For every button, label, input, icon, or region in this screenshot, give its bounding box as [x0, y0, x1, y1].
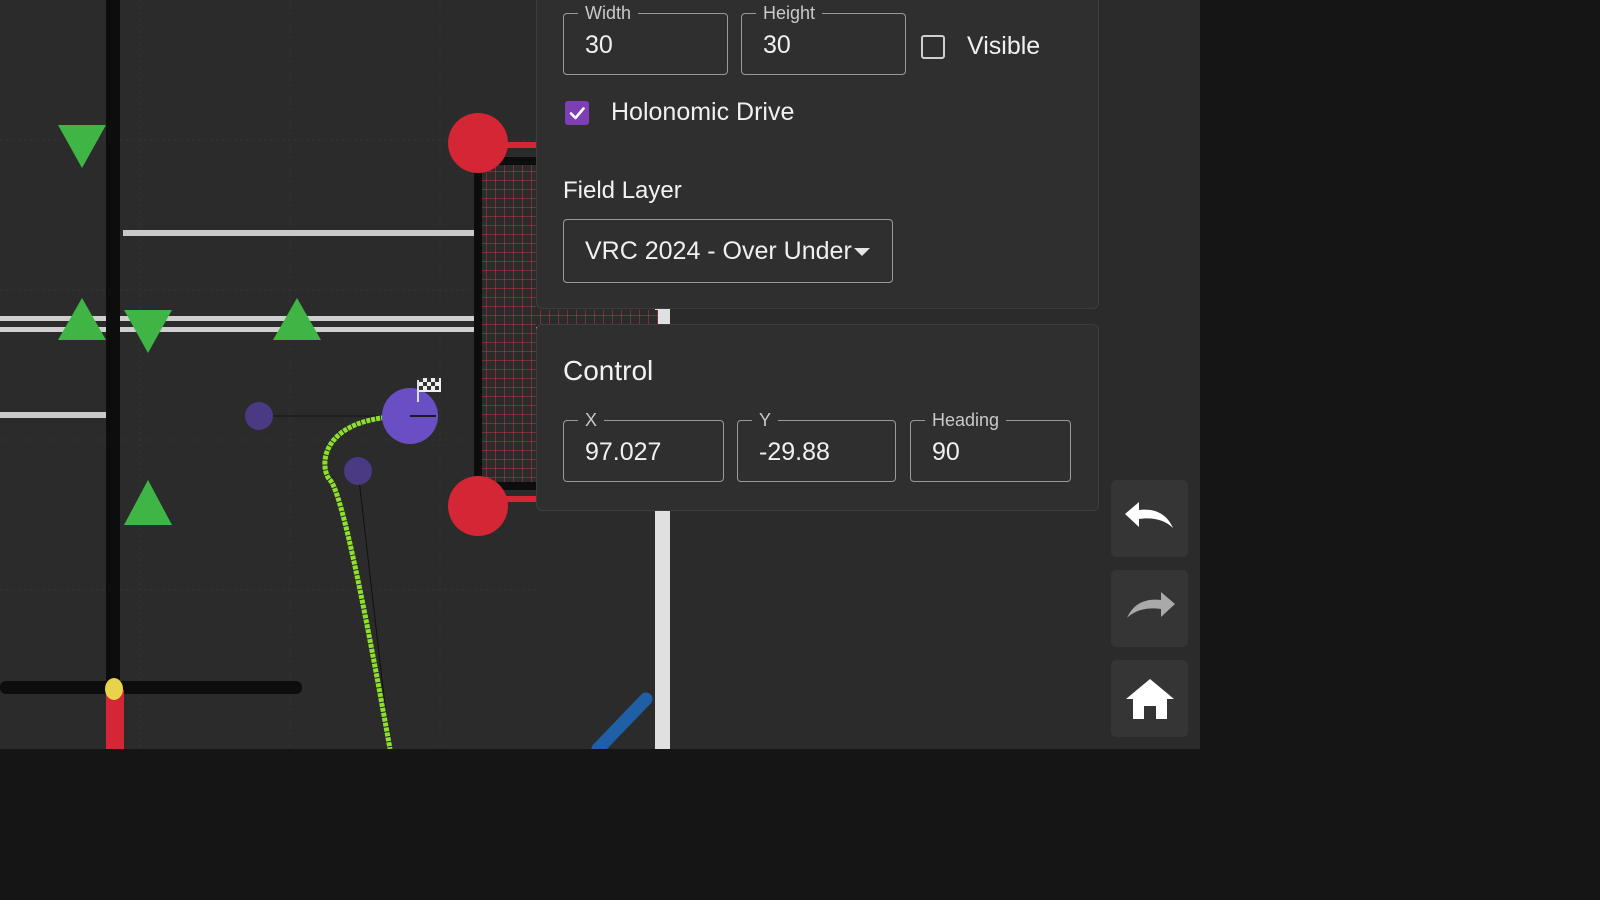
home-button[interactable] — [1111, 660, 1188, 737]
control-title: Control — [563, 355, 654, 386]
holonomic-label: Holonomic Drive — [611, 98, 795, 126]
field-layer-value: VRC 2024 - Over Under — [585, 237, 852, 265]
field-layer-title: Field Layer — [563, 177, 682, 204]
x-label: X — [578, 410, 605, 430]
x-field[interactable]: X 97.027 — [563, 410, 724, 482]
home-icon — [1125, 678, 1174, 719]
holonomic-checkbox[interactable] — [565, 100, 589, 125]
heading-value[interactable]: 90 — [932, 438, 960, 467]
visible-label: Visible — [967, 32, 1041, 60]
visible-checkbox[interactable] — [921, 34, 945, 59]
width-label: Width — [578, 3, 639, 23]
chevron-down-icon — [854, 248, 870, 256]
heading-label: Heading — [925, 410, 1007, 430]
y-field[interactable]: Y -29.88 — [737, 410, 896, 482]
redo-button[interactable] — [1111, 570, 1188, 647]
visible-toggle[interactable]: Visible — [921, 32, 1040, 61]
heading-field[interactable]: Heading 90 — [910, 410, 1071, 482]
undo-icon — [1124, 501, 1173, 528]
control-panel: Control X 97.027 Y -29.88 Heading 90 — [536, 324, 1099, 511]
height-field[interactable]: Height 30 — [741, 3, 906, 75]
height-label: Height — [756, 3, 823, 23]
height-value[interactable]: 30 — [763, 31, 791, 60]
checkmark-icon — [569, 106, 585, 119]
y-label: Y — [752, 410, 779, 430]
field-layer-select[interactable]: VRC 2024 - Over Under — [563, 219, 893, 283]
undo-button[interactable] — [1111, 480, 1188, 557]
holonomic-toggle[interactable]: Holonomic Drive — [565, 98, 794, 127]
width-field[interactable]: Width 30 — [563, 3, 728, 75]
app-window: Width 30 Height 30 Visible Holonomic Dri… — [0, 0, 1200, 749]
width-value[interactable]: 30 — [585, 31, 613, 60]
y-value[interactable]: -29.88 — [759, 438, 830, 467]
robot-settings-panel: Width 30 Height 30 Visible Holonomic Dri… — [536, 0, 1099, 309]
redo-icon — [1126, 591, 1175, 618]
x-value[interactable]: 97.027 — [585, 438, 661, 467]
